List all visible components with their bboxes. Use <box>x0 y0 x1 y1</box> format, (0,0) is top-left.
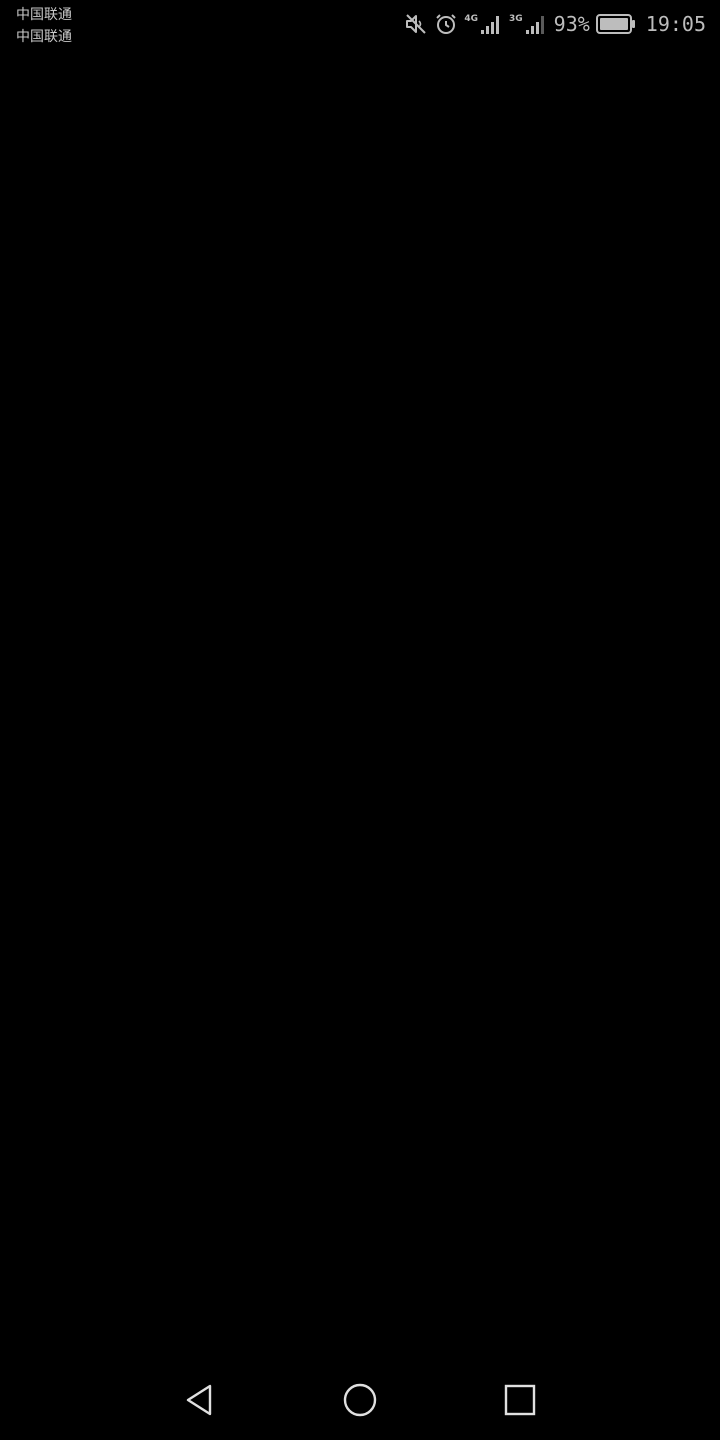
network-type-1: 4G <box>464 14 478 24</box>
signal-group-2: 3G <box>509 12 548 36</box>
signal-icon <box>524 12 548 36</box>
back-icon <box>180 1380 220 1420</box>
recent-apps-button[interactable] <box>500 1380 540 1420</box>
home-button[interactable] <box>340 1380 380 1420</box>
main-content-area <box>0 52 720 1360</box>
status-bar: 中国联通 中国联通 4G 3G 93% 19:05 <box>0 0 720 52</box>
alarm-icon <box>434 12 458 36</box>
carrier-2-label: 中国联通 <box>16 29 72 45</box>
battery-percent: 93% <box>553 12 590 36</box>
clock: 19:05 <box>645 12 706 36</box>
mute-icon <box>404 12 428 36</box>
home-icon <box>340 1380 380 1420</box>
battery-icon <box>595 13 636 35</box>
status-icons: 4G 3G 93% 19:05 <box>404 8 706 40</box>
signal-icon <box>479 12 503 36</box>
back-button[interactable] <box>180 1380 220 1420</box>
navigation-bar <box>0 1360 720 1440</box>
carrier-2: 中国联通 <box>16 26 72 48</box>
carrier-1: 中国联通 <box>16 4 72 26</box>
recent-apps-icon <box>500 1380 540 1420</box>
network-type-2: 3G <box>509 14 523 24</box>
signal-group-1: 4G <box>464 12 503 36</box>
carrier-list: 中国联通 中国联通 <box>16 4 72 48</box>
carrier-1-label: 中国联通 <box>16 7 72 23</box>
